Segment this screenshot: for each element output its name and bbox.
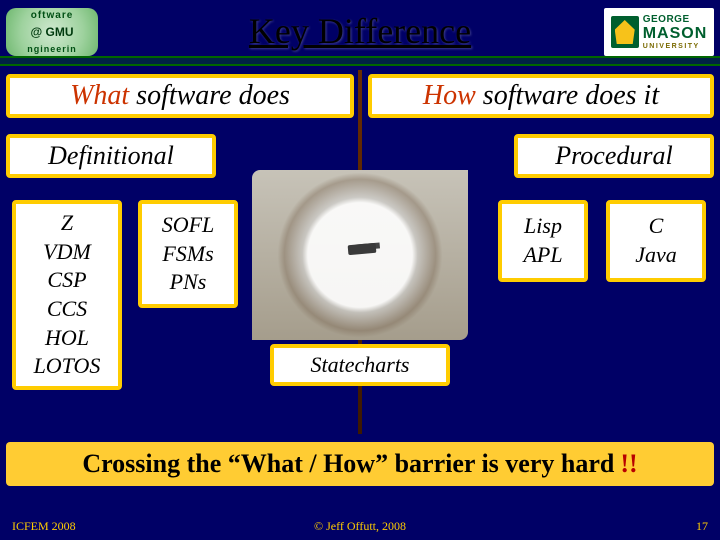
box-lisp-apl: Lisp APL	[498, 200, 588, 282]
aircraft-icon	[348, 243, 377, 255]
footer-center: © Jeff Offutt, 2008	[0, 519, 720, 534]
gmu-shield-icon	[611, 16, 639, 48]
box-how-rest: software does it	[476, 80, 659, 111]
box-what: What software does	[6, 74, 354, 118]
slide: oftware @ GMU ngineerin Key Difference G…	[0, 0, 720, 540]
title-bar: oftware @ GMU ngineerin Key Difference G…	[0, 6, 720, 60]
box-how: How software does it	[368, 74, 714, 118]
gmu-logo-line2: MASON	[643, 25, 708, 43]
box-formal-methods-list: Z VDM CSP CCS HOL LOTOS	[12, 200, 122, 390]
gmu-logo-line1: GEORGE	[643, 14, 708, 25]
box-c-java: C Java	[606, 200, 706, 282]
crossing-text: Crossing the “What / How” barrier is ver…	[82, 449, 614, 479]
box-definitional: Definitional	[6, 134, 216, 178]
title-rule	[0, 56, 720, 66]
footer: ICFEM 2008 © Jeff Offutt, 2008 17	[0, 519, 720, 534]
box-how-red: How	[423, 80, 476, 111]
crossing-punch: !!	[620, 449, 637, 479]
gmu-logo-line3: UNIVERSITY	[643, 43, 708, 50]
sonic-boom-photo	[252, 170, 468, 340]
box-what-red: What	[70, 80, 129, 111]
box-what-rest: software does	[129, 80, 290, 111]
box-procedural: Procedural	[514, 134, 714, 178]
box-statecharts: Statecharts	[270, 344, 450, 386]
gmu-logo: GEORGE MASON UNIVERSITY	[604, 8, 714, 56]
gmu-logo-text: GEORGE MASON UNIVERSITY	[643, 14, 708, 50]
crossing-bar: Crossing the “What / How” barrier is ver…	[6, 442, 714, 486]
box-sofl-list: SOFL FSMs PNs	[138, 200, 238, 308]
